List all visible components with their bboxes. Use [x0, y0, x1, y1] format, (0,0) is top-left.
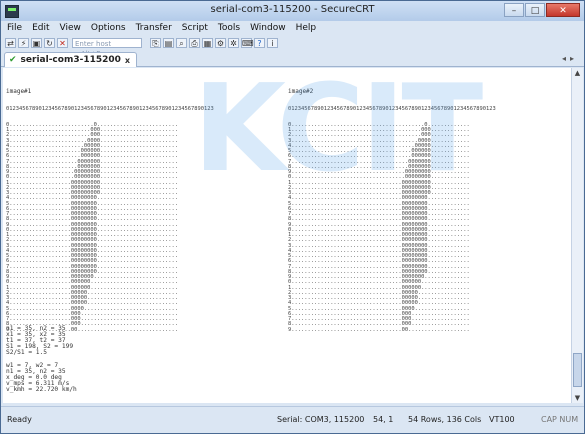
menu-bar: File Edit View Options Transfer Script T… [1, 21, 585, 36]
terminal-scrollbar[interactable]: ▲ ▼ [571, 68, 583, 403]
window-controls: – □ ✕ [504, 3, 580, 17]
find-icon[interactable]: ⌕ [176, 38, 187, 48]
scrollbar-thumb[interactable] [573, 353, 582, 387]
menu-tools[interactable]: Tools [218, 21, 240, 36]
tab-label: serial-com3-115200 [20, 55, 121, 65]
image2-row: 9..................................00...… [288, 326, 470, 333]
help-icon[interactable]: ? [254, 38, 265, 48]
status-emulation: VT100 [489, 415, 515, 424]
title-bar[interactable]: serial-com3-115200 - SecureCRT – □ ✕ [1, 1, 584, 21]
window-title: serial-com3-115200 - SecureCRT [210, 4, 375, 15]
info-icon[interactable]: i [267, 38, 278, 48]
maximize-button[interactable]: □ [525, 3, 545, 17]
scroll-down-icon[interactable]: ▼ [572, 393, 583, 403]
status-connection: Serial: COM3, 115200 [277, 415, 365, 424]
keymap-icon[interactable]: ⌨ [241, 38, 254, 48]
connected-check-icon: ✔ [9, 55, 17, 65]
tab-close-icon[interactable]: x [125, 56, 130, 65]
print-icon[interactable]: ⎙ [189, 38, 200, 48]
paste-icon[interactable]: ▤ [163, 38, 174, 48]
print-setup-icon[interactable]: ▦ [202, 38, 213, 48]
measurement-output: n1 = 35, n2 = 35 x1 = 35, x2 = 35 t1 = 37,… [6, 325, 77, 393]
connect-icon[interactable]: ⇄ [5, 38, 16, 48]
toolbar: ⇄ ⚡ ▣ ↻ ✕ Enter host <Alt+R> ⎘ ▤ ⌕ ⎙ ▦ ⚙… [1, 36, 584, 58]
status-cursor: 54, 1 [373, 415, 394, 424]
terminal-output[interactable]: image#1 01234567890123456789012345678901… [3, 68, 571, 403]
minimize-button[interactable]: – [504, 3, 524, 17]
menu-options[interactable]: Options [91, 21, 126, 36]
menu-window[interactable]: Window [250, 21, 286, 36]
menu-view[interactable]: View [60, 21, 81, 36]
image1-title: image#1 [6, 87, 32, 95]
status-bar: Ready Serial: COM3, 115200 54, 1 54 Rows… [1, 406, 584, 433]
stat-line: v_kmh = 22.720 km/h [6, 385, 77, 393]
session-tab-bar: ✔ serial-com3-115200 x ◂▸ [1, 51, 584, 67]
menu-transfer[interactable]: Transfer [136, 21, 172, 36]
image2-ruler: 0123456789012345678901234567890123456789… [288, 106, 496, 112]
image2-rows: 0.......................................… [288, 122, 496, 333]
menu-help[interactable]: Help [296, 21, 317, 36]
host-input[interactable]: Enter host <Alt+R> [72, 38, 142, 58]
disconnect-icon[interactable]: ✕ [57, 38, 68, 48]
status-keys: CAP NUM [541, 415, 579, 424]
copy-icon[interactable]: ⎘ [150, 38, 161, 48]
menu-file[interactable]: File [7, 21, 22, 36]
quick-connect-icon[interactable]: ⚡ [18, 38, 29, 48]
menu-edit[interactable]: Edit [32, 21, 49, 36]
menu-script[interactable]: Script [182, 21, 208, 36]
global-options-icon[interactable]: ✲ [228, 38, 239, 48]
image1-rows: 0..........................0............… [6, 122, 214, 333]
settings-icon[interactable]: ⚙ [215, 38, 226, 48]
image2-block: image#2 01234567890123456789012345678901… [288, 76, 496, 343]
image1-ruler: 0123456789012345678901234567890123456789… [6, 106, 214, 112]
close-button[interactable]: ✕ [546, 3, 580, 17]
status-size: 54 Rows, 136 Cols [408, 415, 482, 424]
connect-tab-icon[interactable]: ▣ [31, 38, 42, 48]
status-ready: Ready [7, 415, 32, 424]
tab-serial-com3-115200[interactable]: ✔ serial-com3-115200 x [4, 52, 138, 67]
securecrt-window: serial-com3-115200 - SecureCRT – □ ✕ Fil… [0, 0, 585, 434]
image1-block: image#1 01234567890123456789012345678901… [6, 76, 214, 343]
scroll-up-icon[interactable]: ▲ [572, 68, 583, 78]
image2-title: image#2 [288, 87, 314, 95]
reconnect-icon[interactable]: ↻ [44, 38, 55, 48]
tab-scroll-arrows[interactable]: ◂▸ [562, 54, 578, 63]
